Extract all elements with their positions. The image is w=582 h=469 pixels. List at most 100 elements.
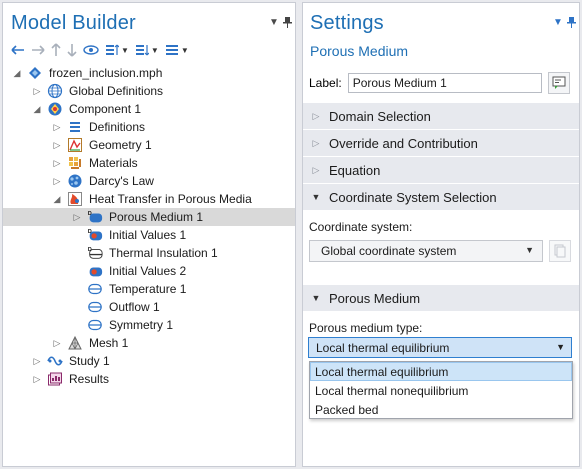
tree-item[interactable]: ◢ Heat Transfer in Porous Media: [3, 190, 295, 208]
tree-item-label: Geometry 1: [89, 138, 152, 152]
pin-icon[interactable]: [567, 17, 576, 31]
collapsed-arrow-icon[interactable]: ▷: [51, 176, 63, 187]
tree-item[interactable]: D Initial Values 1: [3, 226, 295, 244]
section-label: Override and Contribution: [329, 135, 478, 151]
chevron-down-icon: ▼: [525, 245, 534, 255]
pin-icon[interactable]: [283, 17, 292, 31]
section-override-contribution[interactable]: ▷ Override and Contribution: [303, 130, 579, 156]
expand-all-icon[interactable]: ▼: [135, 41, 159, 59]
collapsed-arrow-icon[interactable]: ▷: [51, 140, 63, 151]
tree-item[interactable]: ▷ Study 1: [3, 352, 295, 370]
porous-medium-type-value: Local thermal equilibrium: [316, 340, 450, 355]
tree-item-label: Study 1: [69, 354, 110, 368]
collapsed-arrow-icon[interactable]: ▷: [71, 212, 83, 223]
initial-values-icon: D: [87, 227, 103, 243]
porous-medium-type-caption: Porous medium type:: [309, 321, 423, 335]
collapsed-arrow-icon: ▷: [312, 110, 320, 121]
temperature-icon: [87, 281, 103, 297]
section-label: Coordinate System Selection: [329, 189, 497, 205]
tree-item-label: Results: [69, 372, 110, 386]
tree-item-label: Mesh 1: [89, 336, 129, 350]
tree-item-label: Component 1: [69, 102, 142, 116]
model-builder-toolbar: ▼ ▼ ▼: [11, 41, 195, 59]
option-packed-bed[interactable]: Packed bed: [310, 400, 572, 419]
option-local-thermal-nonequilibrium[interactable]: Local thermal nonequilibrium: [310, 381, 572, 400]
symmetry-icon: [87, 317, 103, 333]
section-domain-selection[interactable]: ▷ Domain Selection: [303, 103, 579, 129]
collapsed-arrow-icon[interactable]: ▷: [51, 158, 63, 169]
tree-item[interactable]: ▷ D Porous Medium 1: [3, 208, 295, 226]
coordinate-system-button[interactable]: [549, 240, 571, 262]
tree-item[interactable]: Initial Values 2: [3, 262, 295, 280]
tree-item[interactable]: ◢ Component 1: [3, 100, 295, 118]
darcys-law-icon: [67, 173, 83, 189]
tree-item[interactable]: Symmetry 1: [3, 316, 295, 334]
panel-menu-icon[interactable]: ▼: [553, 17, 563, 28]
tree-item[interactable]: Temperature 1: [3, 280, 295, 298]
tree-item-label: Initial Values 2: [109, 264, 187, 278]
option-local-thermal-equilibrium[interactable]: Local thermal equilibrium: [310, 362, 572, 381]
tree-item-label: Outflow 1: [109, 300, 160, 314]
tree-item-label: Symmetry 1: [109, 318, 174, 332]
tree-item[interactable]: ▷ Mesh 1: [3, 334, 295, 352]
move-up-icon[interactable]: [51, 41, 61, 59]
model-builder-panel: Model Builder ▼ ▼ ▼ ▼ ◢ frozen_inclusion…: [2, 2, 296, 467]
collapse-all-icon[interactable]: ▼: [105, 41, 129, 59]
section-equation[interactable]: ▷ Equation: [303, 157, 579, 183]
tree-item[interactable]: ▷ Materials: [3, 154, 295, 172]
porous-medium-icon: D: [87, 209, 103, 225]
porous-medium-type-dropdown: Local thermal equilibrium Local thermal …: [309, 361, 573, 419]
tree-item[interactable]: ▷ Results: [3, 370, 295, 388]
geometry-icon: [67, 137, 83, 153]
show-icon[interactable]: [83, 41, 99, 59]
outflow-icon: [87, 299, 103, 315]
list-view-icon[interactable]: ▼: [165, 41, 189, 59]
coordinate-system-select[interactable]: Global coordinate system ▼: [309, 240, 543, 262]
svg-text:D: D: [88, 211, 92, 217]
section-porous-medium[interactable]: ▼ Porous Medium: [303, 285, 579, 311]
collapsed-arrow-icon: ▷: [312, 164, 320, 175]
section-label: Equation: [329, 162, 381, 178]
heat-transfer-icon: [67, 191, 83, 207]
tree-item[interactable]: ▷ Darcy's Law: [3, 172, 295, 190]
tree-item[interactable]: Outflow 1: [3, 298, 295, 316]
tree-item[interactable]: ◢ frozen_inclusion.mph: [3, 64, 295, 82]
tree-item-label: Heat Transfer in Porous Media: [89, 192, 252, 206]
tree-item[interactable]: ▷ Global Definitions: [3, 82, 295, 100]
collapsed-arrow-icon[interactable]: ▷: [51, 338, 63, 349]
expanded-arrow-icon[interactable]: ◢: [11, 68, 23, 79]
tree-item-label: Initial Values 1: [109, 228, 187, 242]
model-tree: ◢ frozen_inclusion.mph ▷ Global Definitions…: [3, 64, 295, 388]
component-icon: [47, 101, 63, 117]
tree-item-label: Materials: [89, 156, 138, 170]
initial-values-2-icon: [87, 263, 103, 279]
forward-arrow-icon[interactable]: [31, 41, 45, 59]
collapsed-arrow-icon[interactable]: ▷: [31, 86, 43, 97]
collapsed-arrow-icon[interactable]: ▷: [51, 122, 63, 133]
tree-item-label: Thermal Insulation 1: [109, 246, 218, 260]
rename-button[interactable]: [547, 72, 570, 94]
section-label: Domain Selection: [329, 108, 431, 124]
svg-text:D: D: [88, 229, 92, 235]
tree-item[interactable]: ▷ Definitions: [3, 118, 295, 136]
collapsed-arrow-icon[interactable]: ▷: [31, 374, 43, 385]
results-icon: [47, 371, 63, 387]
expanded-arrow-icon: ▼: [311, 192, 321, 202]
porous-medium-type-select[interactable]: Local thermal equilibrium ▼: [308, 337, 572, 358]
expanded-arrow-icon[interactable]: ◢: [51, 194, 63, 205]
tree-item[interactable]: D Thermal Insulation 1: [3, 244, 295, 262]
label-caption: Label:: [309, 76, 342, 90]
desktop: Model Builder ▼ ▼ ▼ ▼ ◢ frozen_inclusion…: [0, 0, 582, 469]
tree-item-label: Definitions: [89, 120, 146, 134]
settings-subtitle: Porous Medium: [310, 43, 409, 59]
tree-item[interactable]: ▷ Geometry 1: [3, 136, 295, 154]
materials-icon: [67, 155, 83, 171]
expanded-arrow-icon[interactable]: ◢: [31, 104, 43, 115]
back-arrow-icon[interactable]: [11, 41, 25, 59]
section-coordinate-system-selection[interactable]: ▼ Coordinate System Selection: [303, 184, 579, 210]
collapsed-arrow-icon[interactable]: ▷: [31, 356, 43, 367]
collapsed-arrow-icon: ▷: [312, 137, 320, 148]
move-down-icon[interactable]: [67, 41, 77, 59]
label-input[interactable]: [347, 73, 542, 93]
panel-menu-icon[interactable]: ▼: [269, 17, 279, 28]
